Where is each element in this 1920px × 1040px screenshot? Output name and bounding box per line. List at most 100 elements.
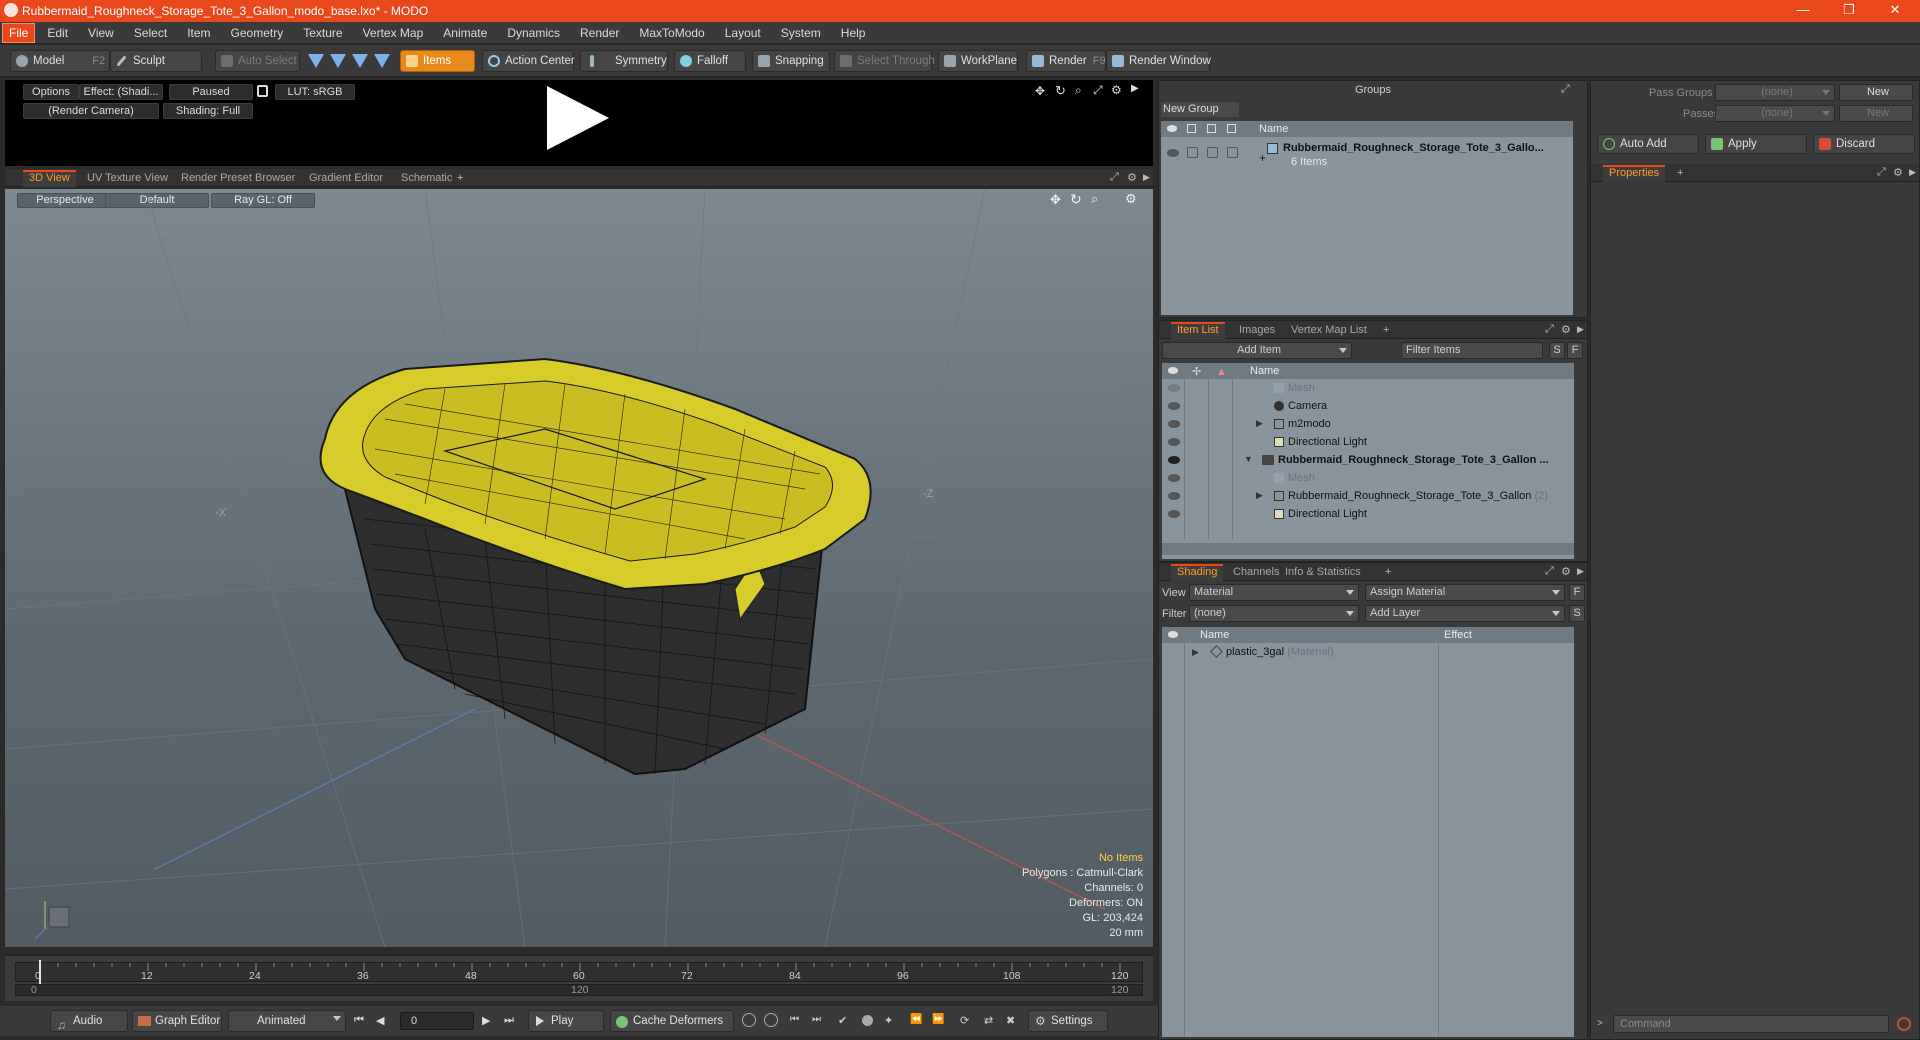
eye-icon[interactable]: [1168, 384, 1180, 392]
gear-icon[interactable]: ⚙: [1893, 166, 1903, 179]
prev-frame-icon[interactable]: ◀: [376, 1014, 384, 1027]
select-icon[interactable]: [1227, 124, 1236, 133]
maximize-icon[interactable]: ⤢: [1545, 565, 1554, 578]
tab-item-list[interactable]: Item List: [1171, 322, 1225, 339]
loop-icon[interactable]: ⟳: [960, 1014, 969, 1027]
close-button[interactable]: ✕: [1872, 0, 1918, 22]
panel-menu-icon[interactable]: ▶: [1909, 167, 1916, 178]
model-button[interactable]: Model F2: [10, 50, 110, 72]
play-button[interactable]: Play: [528, 1010, 604, 1032]
vertices-mode-icon[interactable]: [308, 54, 324, 68]
sync-icon[interactable]: ⇄: [984, 1014, 993, 1027]
prev-key-icon[interactable]: ⏮: [790, 1014, 799, 1025]
item-list[interactable]: ✢ ▲ Name Mesh Camera ▶ m2modo Directiona…: [1162, 363, 1574, 559]
item-row[interactable]: Rubbermaid_Roughneck_Storage_Tote_3_Gall…: [1278, 451, 1549, 469]
workplane-button[interactable]: WorkPlane: [938, 50, 1018, 72]
add-layer-dropdown[interactable]: Add Layer: [1365, 605, 1565, 622]
view-dropdown[interactable]: Material: [1189, 584, 1359, 601]
filter-f-button[interactable]: F: [1567, 342, 1583, 359]
lock-icon[interactable]: [257, 85, 268, 97]
lut-dropdown[interactable]: LUT: sRGB: [275, 84, 355, 100]
menu-help[interactable]: Help: [831, 22, 876, 44]
menu-vertex-map[interactable]: Vertex Map: [353, 22, 434, 44]
menu-select[interactable]: Select: [124, 22, 177, 44]
new-pass-button[interactable]: New: [1839, 105, 1913, 122]
eye-icon[interactable]: [1168, 631, 1178, 638]
menu-dynamics[interactable]: Dynamics: [497, 22, 570, 44]
tab-shading[interactable]: Shading: [1171, 564, 1224, 581]
panel-menu-icon[interactable]: ▶: [1143, 172, 1150, 183]
lock-icon[interactable]: ▲: [1216, 364, 1227, 380]
render-window-button[interactable]: Render Window: [1106, 50, 1211, 72]
tab-properties[interactable]: Properties: [1603, 165, 1666, 182]
menu-layout[interactable]: Layout: [715, 22, 771, 44]
tab-schematic[interactable]: Schematic: [395, 170, 458, 187]
tab-channels[interactable]: Channels: [1227, 564, 1285, 581]
gear-icon[interactable]: ⚙: [1127, 171, 1137, 184]
last-frame-icon[interactable]: ⏭: [504, 1014, 514, 1027]
move-icon[interactable]: ✥: [1035, 84, 1045, 98]
command-expand-icon[interactable]: >: [1597, 1018, 1603, 1029]
select-through-button[interactable]: Select Through: [834, 50, 935, 72]
auto-add-button[interactable]: Auto Add: [1597, 134, 1699, 154]
maximize-icon[interactable]: ⤢: [1545, 323, 1554, 336]
clear-icon[interactable]: ✖: [1006, 1014, 1015, 1027]
render-button[interactable]: Render F9: [1026, 50, 1106, 72]
shading-tree[interactable]: Name Effect ▶ plastic_3gal (Material): [1162, 627, 1574, 1037]
panel-menu-icon[interactable]: ▶: [1577, 324, 1584, 335]
menu-geometry[interactable]: Geometry: [221, 22, 294, 44]
horizontal-scrollbar[interactable]: [1162, 543, 1574, 555]
audio-button[interactable]: ♫ Audio: [50, 1010, 128, 1032]
eye-icon[interactable]: [1168, 420, 1180, 428]
eye-icon[interactable]: [1168, 510, 1180, 518]
cache-deformers-button[interactable]: Cache Deformers: [610, 1010, 734, 1032]
action-center-button[interactable]: Action Center: [482, 50, 575, 72]
rotate-icon[interactable]: ↻: [1055, 83, 1066, 99]
menu-item[interactable]: Item: [177, 22, 220, 44]
pass-groups-dropdown[interactable]: (none): [1715, 84, 1835, 101]
next-frame-icon[interactable]: ▶: [482, 1014, 490, 1027]
menu-render[interactable]: Render: [570, 22, 629, 44]
maximize-icon[interactable]: ⤢: [1093, 83, 1103, 98]
zoom-icon[interactable]: ⌕: [1075, 83, 1082, 98]
menu-texture[interactable]: Texture: [293, 22, 352, 44]
item-row[interactable]: m2modo: [1288, 415, 1331, 433]
preview-options-button[interactable]: Options: [23, 84, 79, 100]
passes-dropdown[interactable]: (none): [1715, 105, 1835, 122]
tab-gradient-editor[interactable]: Gradient Editor: [303, 170, 389, 187]
menu-file[interactable]: File: [2, 22, 36, 43]
settings-button[interactable]: ⚙ Settings: [1028, 1010, 1108, 1032]
item-row[interactable]: Mesh: [1288, 379, 1315, 397]
sculpt-button[interactable]: Sculpt: [110, 50, 202, 72]
tab-info-statistics[interactable]: Info & Statistics: [1279, 564, 1367, 581]
shading-f-button[interactable]: F: [1569, 584, 1585, 601]
eye-icon[interactable]: [1168, 367, 1178, 374]
render-icon[interactable]: [1187, 124, 1196, 133]
item-row[interactable]: Directional Light: [1288, 433, 1367, 451]
assign-material-dropdown[interactable]: Assign Material: [1365, 584, 1565, 601]
shading-dropdown[interactable]: Shading: Full: [163, 103, 253, 119]
key-tool-icon[interactable]: [742, 1013, 756, 1027]
pin-icon[interactable]: ✢: [1192, 364, 1201, 380]
graph-editor-button[interactable]: Graph Editor: [132, 1010, 222, 1032]
materials-mode-icon[interactable]: [374, 54, 390, 68]
filter-s-button[interactable]: S: [1549, 342, 1565, 359]
item-row[interactable]: Rubbermaid_Roughneck_Storage_Tote_3_Gall…: [1288, 487, 1548, 505]
next-key-icon[interactable]: ⏭: [812, 1014, 821, 1025]
eye-icon[interactable]: [1168, 456, 1180, 464]
groups-list[interactable]: Name Rubbermaid_Roughneck_Storage_Tote_3…: [1161, 121, 1573, 315]
render-camera-dropdown[interactable]: (Render Camera): [23, 103, 159, 119]
edges-mode-icon[interactable]: [330, 54, 346, 68]
play-render-icon[interactable]: [547, 86, 609, 150]
tab-uv-texture-view[interactable]: UV Texture View: [81, 170, 174, 187]
add-tab-button[interactable]: +: [451, 170, 469, 187]
item-row[interactable]: Directional Light: [1288, 505, 1367, 523]
3d-viewport[interactable]: Perspective Default Ray GL: Off ✥ ↻ ⌕ ⚙ …: [5, 189, 1153, 947]
eye-icon[interactable]: [1168, 492, 1180, 500]
expand-arrow-icon[interactable]: ▶: [1256, 490, 1263, 501]
tab-3d-view[interactable]: 3D View: [23, 170, 76, 187]
add-item-dropdown[interactable]: Add Item: [1162, 342, 1352, 359]
discard-button[interactable]: Discard: [1813, 134, 1915, 154]
add-tab-button[interactable]: +: [1671, 165, 1689, 182]
tab-render-preset-browser[interactable]: Render Preset Browser: [175, 170, 301, 187]
